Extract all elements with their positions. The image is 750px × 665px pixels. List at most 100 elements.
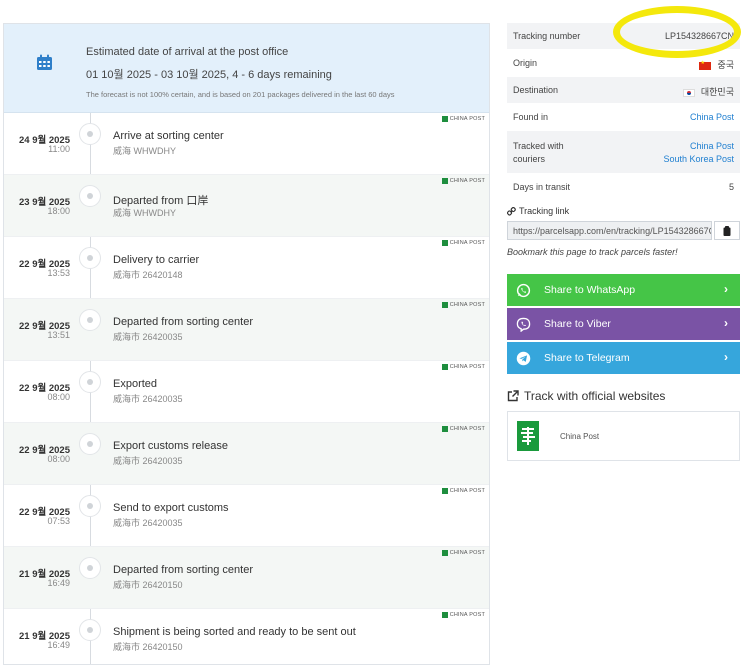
timeline-event: 22 9월 2025 07:53 Send to export customs 威海市…	[4, 485, 489, 547]
courier-link-china-post[interactable]: China Post	[690, 141, 734, 151]
event-location: 威海市 26420035	[113, 456, 183, 466]
timeline-event: 23 9월 2025 18:00 Departed from 口岸 威海 WHWDHY…	[4, 175, 489, 237]
event-location: 威海市 26420035	[113, 394, 183, 404]
china-post-badge-icon	[441, 612, 448, 618]
tracking-url-input[interactable]: https://parcelsapp.com/en/tracking/LP154…	[507, 221, 712, 240]
tracking-timeline-panel: Estimated date of arrival at the post of…	[3, 23, 490, 665]
courier-badge: CHINA POST	[441, 116, 485, 122]
link-icon	[507, 206, 516, 216]
china-post-badge-icon	[441, 364, 448, 370]
found-in-link[interactable]: China Post	[690, 112, 734, 122]
eta-title: Estimated date of arrival at the post of…	[86, 46, 289, 58]
china-flag-icon	[699, 60, 712, 70]
timeline-event: 21 9월 2025 16:49 Shipment is being sorted …	[4, 609, 489, 664]
info-row-destination: Destination 대한민국	[507, 77, 740, 104]
event-status: Export customs release	[113, 440, 228, 452]
event-time: 16:49	[47, 640, 70, 650]
found-in-label: Found in	[513, 112, 549, 122]
event-time: 08:00	[47, 392, 70, 402]
clipboard-icon	[723, 225, 731, 236]
timeline-event: 21 9월 2025 16:49 Departed from sorting cen…	[4, 547, 489, 609]
china-post-badge-icon	[441, 302, 448, 308]
destination-label: Destination	[513, 85, 559, 95]
courier-badge-label: CHINA POST	[449, 302, 485, 308]
event-time: 13:51	[47, 330, 70, 340]
official-websites-title: Track with official websites	[524, 389, 666, 403]
event-time: 18:00	[47, 206, 70, 216]
parcel-info-table: Tracking number LP154328667CN Origin 중국 …	[507, 23, 740, 201]
timeline-dot-icon	[79, 495, 101, 517]
tracking-number-value[interactable]: LP154328667CN	[665, 31, 734, 41]
info-row-found-in: Found in China Post	[507, 104, 740, 131]
event-location: 威海市 26420035	[113, 518, 183, 528]
courier-badge: CHINA POST	[441, 488, 485, 494]
courier-badge-label: CHINA POST	[449, 116, 485, 122]
courier-link-south-korea-post[interactable]: South Korea Post	[663, 154, 734, 164]
info-row-days-in-transit: Days in transit 5	[507, 174, 740, 201]
whatsapp-icon	[516, 283, 531, 298]
event-location: 威海市 26420035	[113, 332, 183, 342]
timeline-event: 24 9월 2025 11:00 Arrive at sorting center 威…	[4, 113, 489, 175]
timeline-dot-icon	[79, 619, 101, 641]
info-row-tracked-with: Tracked with couriers China Post South K…	[507, 131, 740, 174]
courier-badge: CHINA POST	[441, 302, 485, 308]
event-location: 威海市 26420150	[113, 642, 183, 652]
event-status: Delivery to carrier	[113, 254, 200, 266]
bookmark-hint: Bookmark this page to track parcels fast…	[507, 247, 678, 257]
timeline-dot-icon	[79, 185, 101, 207]
external-link-icon	[507, 390, 519, 402]
courier-badge: CHINA POST	[441, 426, 485, 432]
timeline-dot-icon	[79, 433, 101, 455]
info-row-origin: Origin 중국	[507, 50, 740, 77]
days-in-transit-label: Days in transit	[513, 182, 571, 192]
timeline-dot-icon	[79, 309, 101, 331]
days-in-transit-value: 5	[728, 182, 734, 192]
origin-label: Origin	[513, 58, 538, 68]
courier-badge-label: CHINA POST	[449, 240, 485, 246]
courier-badge: CHINA POST	[441, 178, 485, 184]
eta-banner: Estimated date of arrival at the post of…	[4, 24, 489, 113]
timeline-dot-icon	[79, 123, 101, 145]
event-status: Departed from sorting center	[113, 564, 254, 576]
chevron-right-icon: ›	[724, 282, 728, 296]
event-status: Shipment is being sorted and ready to be…	[113, 626, 356, 638]
share-telegram-label: Share to Telegram	[544, 352, 630, 364]
official-site-card-china-post[interactable]: China Post	[507, 411, 740, 461]
courier-badge-label: CHINA POST	[449, 612, 485, 618]
timeline-event: 22 9월 2025 08:00 Export customs release 威海市…	[4, 423, 489, 485]
event-list: 24 9월 2025 11:00 Arrive at sorting center 威…	[4, 113, 489, 664]
tracking-link-title: Tracking link	[519, 206, 570, 216]
courier-badge-label: CHINA POST	[449, 364, 485, 370]
official-site-name: China Post	[560, 432, 600, 441]
destination-value: 대한민국	[700, 87, 734, 97]
event-time: 08:00	[47, 454, 70, 464]
event-time: 07:53	[47, 516, 70, 526]
tracking-number-label: Tracking number	[513, 31, 581, 41]
china-post-badge-icon	[441, 240, 448, 246]
china-post-badge-icon	[441, 550, 448, 556]
event-location: 威海市 26420148	[113, 270, 183, 280]
courier-badge-label: CHINA POST	[449, 488, 485, 494]
share-viber-button[interactable]: Share to Viber ›	[507, 308, 740, 340]
telegram-icon	[516, 351, 531, 366]
courier-badge-label: CHINA POST	[449, 426, 485, 432]
copy-link-button[interactable]	[714, 221, 740, 240]
timeline-dot-icon	[79, 557, 101, 579]
share-viber-label: Share to Viber	[544, 318, 611, 330]
event-status: Send to export customs	[113, 502, 229, 514]
chevron-right-icon: ›	[724, 316, 728, 330]
share-telegram-button[interactable]: Share to Telegram ›	[507, 342, 740, 374]
tracking-link-heading: Tracking link	[507, 206, 569, 216]
calendar-icon	[37, 54, 52, 70]
courier-badge: CHINA POST	[441, 550, 485, 556]
korea-flag-icon	[682, 88, 695, 97]
event-status: Exported	[113, 378, 158, 390]
chevron-right-icon: ›	[724, 350, 728, 364]
timeline-event: 22 9월 2025 13:53 Delivery to carrier 威海市 26…	[4, 237, 489, 299]
courier-badge: CHINA POST	[441, 364, 485, 370]
timeline-event: 22 9월 2025 08:00 Exported 威海市 26420035 CHINA…	[4, 361, 489, 423]
share-whatsapp-button[interactable]: Share to WhatsApp ›	[507, 274, 740, 306]
eta-range: 01 10월 2025 - 03 10월 2025, 4 - 6 days re…	[86, 69, 332, 81]
courier-badge-label: CHINA POST	[449, 550, 485, 556]
timeline-event: 22 9월 2025 13:51 Departed from sorting cen…	[4, 299, 489, 361]
